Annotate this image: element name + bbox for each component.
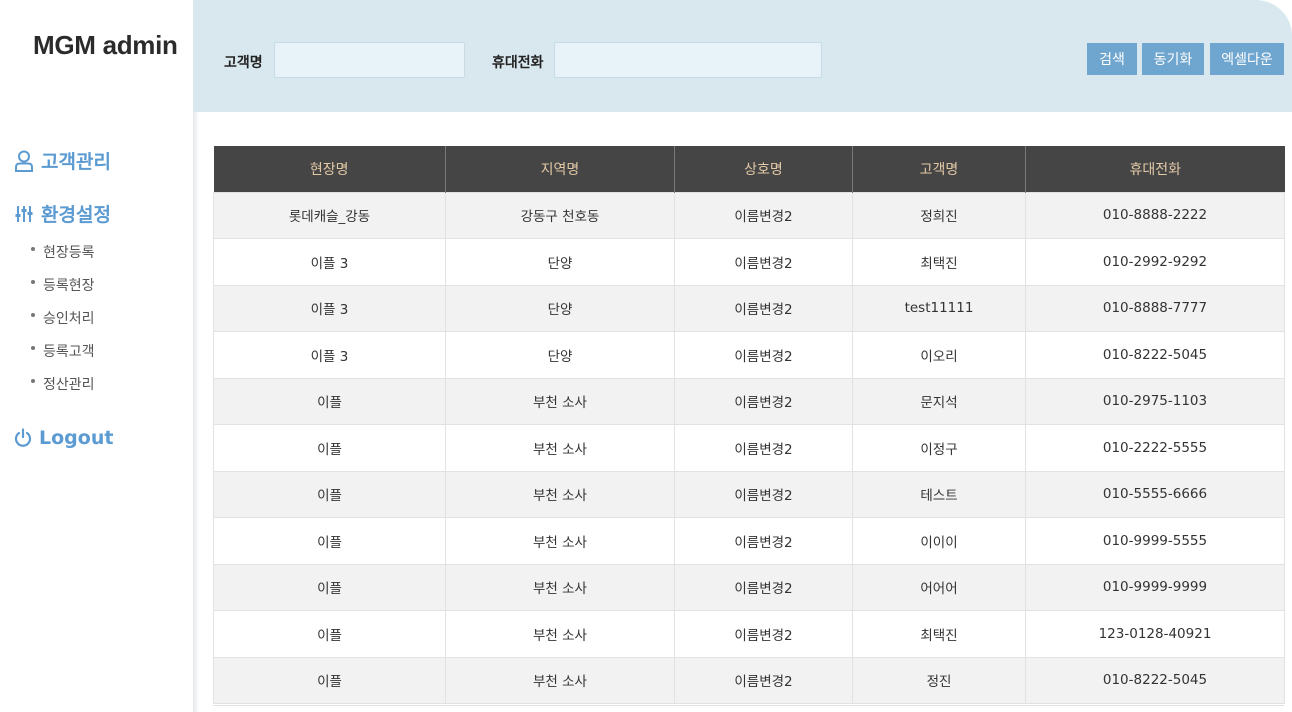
cell-business: 이름변경2 [674, 377, 853, 425]
column-header-customer: 고객명 [852, 146, 1026, 192]
cell-business: 이름변경2 [674, 610, 853, 658]
search-bar: 고객명 휴대전화 검색 동기화 엑셀다운 [193, 0, 1292, 112]
cell-phone: 010-2975-1103 [1025, 377, 1285, 425]
cell-site: 이플 [213, 563, 446, 611]
table-row[interactable]: 이플 부천 소사 이름변경2 이정구 010-2222-5555 [213, 424, 1285, 472]
cell-region: 단양 [445, 284, 675, 332]
cell-site: 이플 3 [213, 331, 446, 379]
cell-site: 이플 3 [213, 238, 446, 286]
cell-customer: 테스트 [852, 470, 1026, 518]
sidebar-item-label: 고객관리 [41, 151, 111, 173]
table-row[interactable] [213, 705, 1284, 712]
cell-customer: 이오리 [852, 331, 1026, 379]
phone-label: 휴대전화 [492, 55, 544, 71]
cell-phone: 010-5555-6666 [1025, 470, 1285, 518]
table-row[interactable]: 이플 부천 소사 이름변경2 이이이 010-9999-5555 [213, 517, 1285, 565]
cell-region: 부천 소사 [445, 517, 675, 565]
cell-phone: 010-8888-7777 [1025, 284, 1285, 332]
cell-phone: 010-2222-5555 [1025, 424, 1285, 472]
sidebar-item-customer-management[interactable]: 고객관리 [14, 147, 111, 174]
cell-phone: 010-8222-5045 [1025, 331, 1285, 379]
sidebar-item-label: 환경설정 [41, 204, 111, 226]
cell-business: 이름변경2 [674, 470, 853, 518]
column-header-business: 상호명 [674, 146, 853, 192]
search-button[interactable]: 검색 [1087, 43, 1137, 75]
customer-name-label: 고객명 [224, 55, 263, 71]
cell-business: 이름변경2 [674, 656, 853, 704]
cell-customer: 정진 [852, 656, 1026, 704]
app-logo: MGM admin [33, 30, 178, 60]
cell-region: 부천 소사 [445, 470, 675, 518]
table-row[interactable]: 이플 부천 소사 이름변경2 최택진 123-0128-40921 [213, 610, 1285, 658]
excel-download-button[interactable]: 엑셀다운 [1210, 43, 1284, 75]
sidebar-item-settings[interactable]: 환경설정 [14, 200, 111, 227]
submenu-item-registered-customers[interactable]: 등록고객 [30, 341, 95, 374]
column-header-phone: 휴대전화 [1025, 146, 1285, 192]
table-row[interactable]: 이플 부천 소사 이름변경2 문지석 010-2975-1103 [213, 377, 1285, 425]
customer-name-input[interactable] [274, 42, 465, 78]
cell-region: 단양 [445, 238, 675, 286]
column-header-site: 현장명 [213, 146, 446, 192]
power-icon [14, 428, 32, 448]
logout-button[interactable]: Logout [14, 427, 113, 449]
cell-customer: 문지석 [852, 377, 1026, 425]
table-row[interactable]: 이플 부천 소사 이름변경2 테스트 010-5555-6666 [213, 470, 1285, 518]
cell-business: 이름변경2 [674, 563, 853, 611]
cell-region: 강동구 천호동 [445, 191, 675, 239]
logout-label: Logout [39, 427, 114, 449]
cell-site: 이플 [213, 470, 446, 518]
sliders-icon [14, 204, 34, 224]
cell-business: 이름변경2 [674, 191, 853, 239]
cell-site: 이플 [213, 424, 446, 472]
table-row[interactable]: 이플 3 단양 이름변경2 이오리 010-8222-5045 [213, 331, 1285, 379]
table-row[interactable]: 이플 3 단양 이름변경2 최택진 010-2992-9292 [213, 238, 1285, 286]
cell-region: 부천 소사 [445, 656, 675, 704]
cell-phone: 123-0128-40921 [1025, 610, 1285, 658]
cell-customer: 이정구 [852, 424, 1026, 472]
user-icon [14, 150, 34, 172]
phone-input[interactable] [554, 42, 822, 78]
cell-region: 단양 [445, 331, 675, 379]
customer-table: 현장명 지역명 상호명 고객명 휴대전화 롯데캐슬_강동 강동구 천호동 이름변경2… [213, 146, 1285, 704]
submenu-item-registered-sites[interactable]: 등록현장 [30, 275, 95, 308]
table-row[interactable]: 이플 3 단양 이름변경2 test11111 010-8888-7777 [213, 284, 1285, 332]
submenu-item-approval[interactable]: 승인처리 [30, 308, 95, 341]
cell-site: 이플 3 [213, 284, 446, 332]
cell-business: 이름변경2 [674, 284, 853, 332]
cell-phone: 010-8888-2222 [1025, 191, 1285, 239]
cell-customer: test11111 [852, 284, 1026, 332]
cell-phone: 010-2992-9292 [1025, 238, 1285, 286]
submenu-item-settlement[interactable]: 정산관리 [30, 374, 95, 407]
cell-customer: 이이이 [852, 517, 1026, 565]
sidebar: MGM admin 고객관리 환경설정 현장등록 등록현장 승인처리 등록고객 … [0, 0, 193, 712]
table-header-row: 현장명 지역명 상호명 고객명 휴대전화 [213, 146, 1285, 192]
cell-business: 이름변경2 [674, 424, 853, 472]
cell-business: 이름변경2 [674, 517, 853, 565]
cell-site: 이플 [213, 610, 446, 658]
settings-submenu: 현장등록 등록현장 승인처리 등록고객 정산관리 [30, 242, 95, 407]
cell-customer: 어어어 [852, 563, 1026, 611]
sync-button[interactable]: 동기화 [1142, 43, 1204, 75]
cell-region: 부천 소사 [445, 563, 675, 611]
cell-site: 이플 [213, 517, 446, 565]
column-header-region: 지역명 [445, 146, 675, 192]
cell-site: 이플 [213, 656, 446, 704]
cell-region: 부천 소사 [445, 377, 675, 425]
table-row[interactable]: 롯데캐슬_강동 강동구 천호동 이름변경2 정희진 010-8888-2222 [213, 191, 1285, 239]
cell-region: 부천 소사 [445, 610, 675, 658]
cell-site: 이플 [213, 377, 446, 425]
cell-phone: 010-9999-9999 [1025, 563, 1285, 611]
table-row[interactable]: 이플 부천 소사 이름변경2 어어어 010-9999-9999 [213, 563, 1285, 611]
cell-site: 롯데캐슬_강동 [213, 191, 446, 239]
table-row[interactable]: 이플 부천 소사 이름변경2 정진 010-8222-5045 [213, 656, 1285, 704]
cell-customer: 최택진 [852, 610, 1026, 658]
cell-business: 이름변경2 [674, 331, 853, 379]
cell-phone: 010-8222-5045 [1025, 656, 1285, 704]
cell-phone: 010-9999-5555 [1025, 517, 1285, 565]
cell-business: 이름변경2 [674, 238, 853, 286]
cell-customer: 정희진 [852, 191, 1026, 239]
cell-region: 부천 소사 [445, 424, 675, 472]
cell-customer: 최택진 [852, 238, 1026, 286]
submenu-item-site-register[interactable]: 현장등록 [30, 242, 95, 275]
